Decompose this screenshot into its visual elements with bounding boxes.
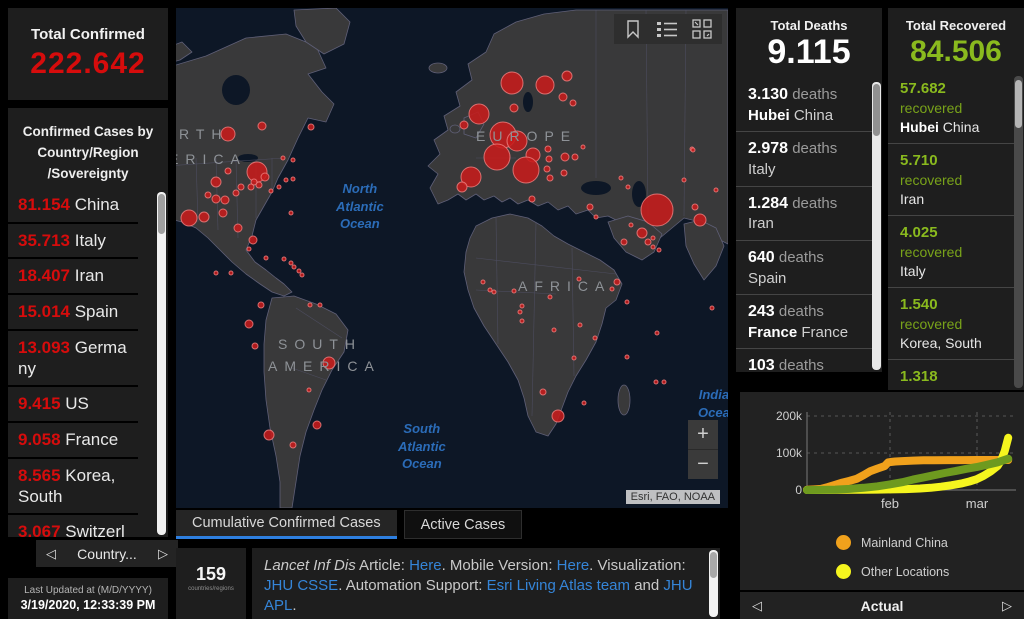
cases-chart: 200k 100k 0 feb mar <box>740 392 1024 590</box>
xtick-mar: mar <box>966 496 989 511</box>
label-south-atlantic: SouthAtlanticOcean <box>398 420 446 473</box>
legend-label: Mainland China <box>861 536 948 550</box>
link[interactable]: Here <box>409 557 442 574</box>
legend-list-icon[interactable] <box>656 19 678 39</box>
scrollbar-thumb[interactable] <box>158 194 165 234</box>
cases-chart-panel: 200k 100k 0 feb mar Mainland China Other… <box>740 392 1024 590</box>
chart-mode-label[interactable]: Actual <box>861 598 904 614</box>
last-updated-label: Last Updated at (M/D/YYYY) <box>8 585 168 596</box>
prev-page-arrow[interactable]: ◁ <box>46 546 56 562</box>
confirmed-list-scrollbar[interactable] <box>157 192 166 535</box>
confirmed-row[interactable]: 81.154 China <box>8 188 138 222</box>
countries-count-value: 159 <box>176 564 246 585</box>
legend-dot-yellow <box>836 564 851 579</box>
countries-count-label: countries/regions <box>176 586 246 592</box>
deaths-row[interactable]: 243 deathsFrance France <box>736 294 878 348</box>
zoom-out-button[interactable]: − <box>688 449 718 479</box>
confirmed-row[interactable]: 9.058 France <box>8 421 138 457</box>
chart-next-arrow[interactable]: ▷ <box>1002 598 1012 614</box>
link[interactable]: Esri Living Atlas team <box>487 577 630 594</box>
deaths-row[interactable]: 2.978 deathsItaly <box>736 131 878 185</box>
label-north-america-1: NORTH <box>176 126 229 142</box>
map-attribution: Esri, FAO, NOAA <box>626 490 720 504</box>
basemap-gallery-icon[interactable] <box>692 19 712 39</box>
countries-count-panel: 159 countries/regions <box>176 548 246 619</box>
last-updated-panel: Last Updated at (M/D/YYYY) 3/19/2020, 12… <box>8 578 168 619</box>
total-confirmed-panel: Total Confirmed 222.642 <box>8 8 168 100</box>
scrollbar-thumb[interactable] <box>1015 80 1022 128</box>
confirmed-row[interactable]: 9.415 US <box>8 385 138 421</box>
deaths-scrollbar[interactable] <box>872 82 881 370</box>
legend-mainland-china[interactable]: Mainland China <box>836 535 948 550</box>
deaths-list[interactable]: 3.130 deathsHubei China2.978 deathsItaly… <box>736 78 882 372</box>
total-deaths-title: Total Deaths <box>736 18 882 33</box>
map-tabs: Cumulative Confirmed Cases Active Cases <box>176 510 522 539</box>
confirmed-by-country-panel: Confirmed Cases by Country/Region /Sover… <box>8 108 168 537</box>
scrollbar-thumb[interactable] <box>873 84 880 136</box>
world-map[interactable]: NORTH AMERICA EUROPE AFRICA SOUTH AMERIC… <box>176 8 728 508</box>
confirmed-row[interactable]: 35.713 Italy <box>8 222 138 258</box>
label-south-america-1: SOUTH <box>278 336 362 352</box>
legend-label: Other Locations <box>861 565 949 579</box>
confirmed-row[interactable]: 15.014 Spain <box>8 293 138 329</box>
recovered-row[interactable]: 1.540recoveredKorea, South <box>888 287 1018 359</box>
total-confirmed-title: Total Confirmed <box>8 26 168 43</box>
label-africa: AFRICA <box>518 278 611 294</box>
confirmed-row[interactable]: 8.565 Korea, South <box>8 457 138 513</box>
xtick-feb: feb <box>881 496 899 511</box>
next-page-arrow[interactable]: ▷ <box>158 546 168 562</box>
map-canvas <box>176 8 728 508</box>
total-confirmed-value: 222.642 <box>8 47 168 81</box>
recovered-row[interactable]: 57.682recoveredHubei China <box>888 72 1018 143</box>
confirmed-row[interactable]: 13.093 Germany <box>8 329 138 385</box>
deaths-row[interactable]: 1.284 deathsIran <box>736 186 878 240</box>
deaths-row[interactable]: 3.130 deathsHubei China <box>736 78 878 131</box>
recovered-list[interactable]: 57.682recoveredHubei China5.710recovered… <box>888 72 1024 390</box>
map-zoom-control: + − <box>688 420 718 479</box>
info-paragraph-1: Lancet Inf Dis Article: Here. Mobile Ver… <box>252 548 720 616</box>
ytick-0: 0 <box>795 483 802 497</box>
total-recovered-panel: Total Recovered 84.506 57.682recoveredHu… <box>888 8 1024 390</box>
last-updated-value: 3/19/2020, 12:33:39 PM <box>8 598 168 612</box>
confirmed-list-title: Confirmed Cases by Country/Region /Sover… <box>8 108 168 185</box>
total-deaths-value: 9.115 <box>736 33 882 72</box>
link[interactable]: Here <box>557 557 590 574</box>
tab-cumulative-confirmed[interactable]: Cumulative Confirmed Cases <box>176 510 397 539</box>
total-recovered-title: Total Recovered <box>888 18 1024 33</box>
legend-other-locations[interactable]: Other Locations <box>836 564 949 579</box>
pagination-label[interactable]: Country... <box>77 546 137 562</box>
legend-dot-orange <box>836 535 851 550</box>
recovered-row[interactable]: 1.318recovered <box>888 359 1018 390</box>
label-north-america-2: AMERICA <box>176 151 247 167</box>
scrollbar-thumb[interactable] <box>710 552 717 578</box>
recovered-scrollbar[interactable] <box>1014 76 1023 388</box>
recovered-row[interactable]: 4.025recoveredItaly <box>888 215 1018 287</box>
label-indian-ocean: IndianOcean <box>698 386 728 421</box>
tab-active-cases[interactable]: Active Cases <box>404 510 523 539</box>
info-text-panel: Lancet Inf Dis Article: Here. Mobile Ver… <box>252 548 720 619</box>
label-north-atlantic: NorthAtlanticOcean <box>336 180 384 233</box>
country-pagination: ◁ Country... ▷ <box>36 540 178 567</box>
ytick-200k: 200k <box>776 409 803 423</box>
label-south-america-2: AMERICA <box>268 358 381 374</box>
recovered-row[interactable]: 5.710recoveredIran <box>888 143 1018 215</box>
ytick-100k: 100k <box>776 446 803 460</box>
deaths-row[interactable]: 103 deathsUnited Kingdom United Kingdom <box>736 348 878 372</box>
deaths-row[interactable]: 640 deathsSpain <box>736 240 878 294</box>
bookmark-icon[interactable] <box>624 19 642 39</box>
confirmed-row[interactable]: 18.407 Iran <box>8 257 138 293</box>
confirmed-country-list[interactable]: 81.154 China35.713 Italy18.407 Iran15.01… <box>8 188 168 537</box>
confirmed-row[interactable]: 3.067 Switzerland <box>8 513 138 537</box>
info-scrollbar[interactable] <box>709 550 718 617</box>
link[interactable]: JHU CSSE <box>264 577 338 594</box>
total-recovered-value: 84.506 <box>888 35 1024 69</box>
map-toolbar <box>614 14 722 44</box>
chart-pagination: ◁ Actual ▷ <box>740 592 1024 619</box>
label-europe: EUROPE <box>476 128 577 144</box>
total-deaths-panel: Total Deaths 9.115 3.130 deathsHubei Chi… <box>736 8 882 372</box>
covid-dashboard: Total Confirmed 222.642 Confirmed Cases … <box>0 0 1024 619</box>
chart-prev-arrow[interactable]: ◁ <box>752 598 762 614</box>
zoom-in-button[interactable]: + <box>688 420 718 449</box>
